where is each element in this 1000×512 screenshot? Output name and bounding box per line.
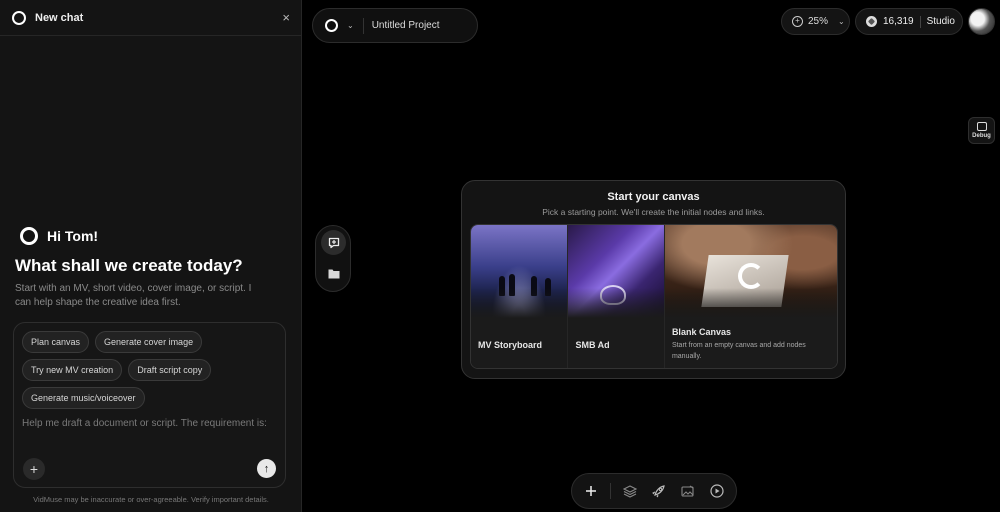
- chat-bubble-icon: [328, 237, 339, 248]
- play-icon: [710, 484, 724, 498]
- suggestion-chips: Plan canvas Generate cover image Try new…: [22, 331, 282, 409]
- bottom-toolbar: [571, 473, 737, 509]
- side-toolbar: [315, 225, 351, 292]
- zoom-level: 25%: [808, 16, 829, 27]
- mv-storyboard-thumbnail: [471, 225, 568, 318]
- plan-name: Studio: [926, 16, 955, 27]
- headline: What shall we create today?: [15, 256, 243, 275]
- dialog-subtitle: Pick a starting point. We'll create the …: [542, 207, 765, 217]
- send-button[interactable]: ↑: [257, 459, 276, 478]
- zoom-icon: +: [792, 16, 803, 27]
- assets-button[interactable]: [321, 261, 346, 286]
- chat-composer: Plan canvas Generate cover image Try new…: [13, 322, 286, 488]
- zoom-control[interactable]: + 25% ⌄: [781, 8, 850, 35]
- blank-canvas-thumbnail: [664, 225, 837, 318]
- divider: [362, 17, 364, 34]
- close-icon[interactable]: ×: [282, 10, 290, 25]
- dialog-title: Start your canvas: [607, 191, 700, 203]
- option-blank-canvas[interactable]: Blank Canvas Start from an empty canvas …: [664, 225, 837, 368]
- option-label: MV Storyboard: [478, 340, 543, 350]
- start-canvas-dialog: Start your canvas Pick a starting point.…: [461, 180, 846, 379]
- launch-button[interactable]: [649, 480, 669, 502]
- avatar[interactable]: [968, 8, 995, 35]
- disclaimer: VidMuse may be inaccurate or over-agreea…: [33, 495, 269, 504]
- debug-button[interactable]: Debug: [968, 117, 995, 144]
- option-smb-ad[interactable]: SMB Ad: [568, 225, 665, 368]
- option-label: SMB Ad: [575, 340, 610, 350]
- project-switcher[interactable]: ⌄ Untitled Project: [312, 8, 478, 43]
- chip-generate-cover-image[interactable]: Generate cover image: [95, 331, 203, 353]
- debug-label: Debug: [972, 133, 991, 139]
- smb-ad-thumbnail: [568, 225, 664, 318]
- chat-panel: New chat × Hi Tom! What shall we create …: [0, 0, 302, 512]
- chevron-down-icon: ⌄: [838, 17, 845, 26]
- folder-icon: [328, 269, 339, 279]
- credits-badge[interactable]: 16,319 Studio: [855, 8, 963, 35]
- chat-title: New chat: [35, 11, 84, 24]
- credits-icon: [866, 16, 877, 27]
- chat-toggle-button[interactable]: [321, 230, 346, 255]
- greeting-text: Hi Tom!: [47, 228, 99, 244]
- option-mv-storyboard[interactable]: MV Storyboard: [471, 225, 569, 368]
- option-description: Start from an empty canvas and add nodes…: [671, 342, 806, 360]
- credits-count: 16,319: [883, 16, 914, 27]
- divider: [919, 15, 921, 28]
- circle-logo-icon: [12, 10, 26, 25]
- intro-text: Start with an MV, short video, cover ima…: [15, 283, 252, 308]
- option-label: Blank Canvas: [671, 327, 731, 337]
- template-options: MV Storyboard SMB Ad Blank Canvas Start …: [470, 224, 838, 369]
- chip-generate-music-voiceover[interactable]: Generate music/voiceover: [22, 387, 145, 409]
- circle-logo-icon: [325, 19, 338, 32]
- project-name[interactable]: Untitled Project: [372, 20, 440, 31]
- layers-icon: [622, 484, 637, 498]
- chevron-down-icon[interactable]: ⌄: [347, 21, 354, 30]
- chip-plan-canvas[interactable]: Plan canvas: [22, 331, 90, 353]
- add-node-button[interactable]: [581, 480, 601, 502]
- image-edit-icon: [681, 485, 694, 497]
- image-edit-button[interactable]: [678, 480, 698, 502]
- greeting: Hi Tom!: [20, 227, 98, 245]
- prompt-input[interactable]: [22, 418, 277, 429]
- circle-logo-icon: [20, 227, 38, 245]
- chip-draft-script-copy[interactable]: Draft script copy: [128, 359, 212, 381]
- layers-button[interactable]: [620, 480, 640, 502]
- rocket-icon: [652, 485, 665, 498]
- add-attachment-button[interactable]: +: [23, 458, 45, 480]
- plus-icon: [586, 486, 596, 496]
- play-button[interactable]: [707, 480, 727, 502]
- debug-icon: [976, 122, 987, 131]
- chat-header: New chat ×: [0, 0, 302, 36]
- divider: [610, 483, 611, 499]
- chip-try-new-mv-creation[interactable]: Try new MV creation: [22, 359, 123, 381]
